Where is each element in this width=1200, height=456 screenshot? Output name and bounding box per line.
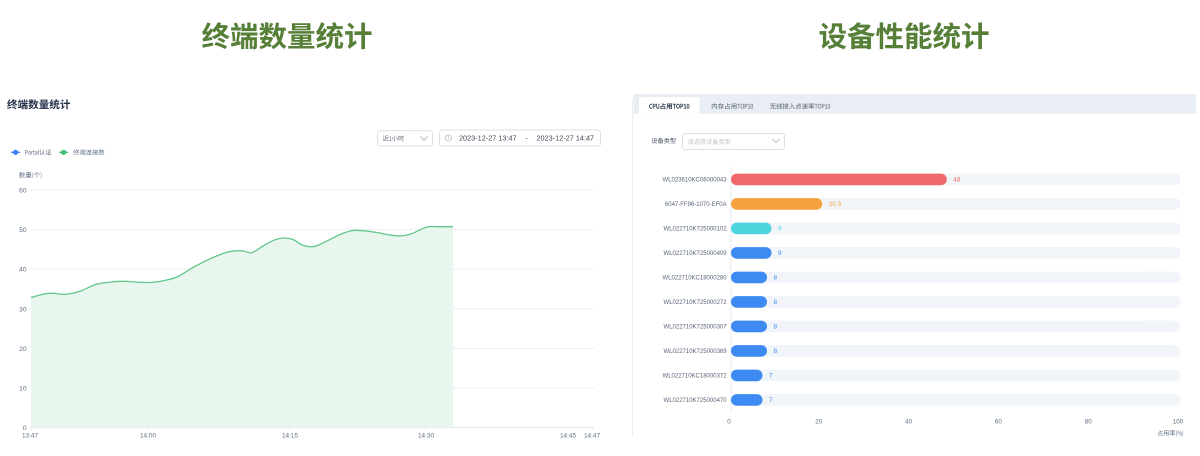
svg-text:80: 80	[1085, 419, 1093, 426]
svg-text:WL022710K725000307: WL022710K725000307	[664, 325, 728, 331]
svg-text:WL022710KC18000372: WL022710KC18000372	[663, 374, 728, 380]
svg-text:14:00: 14:00	[140, 433, 156, 440]
svg-text:60: 60	[19, 188, 27, 195]
svg-text:8: 8	[774, 299, 778, 306]
svg-text:50: 50	[19, 227, 27, 234]
svg-text:8: 8	[774, 275, 778, 282]
svg-text:WL022710K725000272: WL022710K725000272	[664, 300, 728, 306]
svg-text:2023-12-27 14:47: 2023-12-27 14:47	[537, 134, 595, 143]
svg-text:14:30: 14:30	[418, 433, 434, 440]
svg-text:40: 40	[19, 267, 27, 274]
svg-text:WL022710K725000409: WL022710K725000409	[664, 251, 728, 257]
svg-text:6047-FF96-1070-EF0A: 6047-FF96-1070-EF0A	[665, 202, 727, 208]
svg-text:2023-12-27 13:47: 2023-12-27 13:47	[459, 134, 517, 143]
svg-text:40: 40	[905, 419, 913, 426]
svg-text:8: 8	[774, 324, 778, 331]
svg-text:9: 9	[778, 250, 782, 257]
svg-text:10: 10	[19, 386, 27, 393]
svg-text:WL022710K725000470: WL022710K725000470	[664, 398, 728, 404]
svg-text:14:47: 14:47	[584, 433, 600, 440]
svg-text:7: 7	[769, 397, 773, 404]
svg-text:0: 0	[727, 419, 731, 426]
svg-text:13:47: 13:47	[22, 433, 38, 440]
svg-text:WL022710K725000102: WL022710K725000102	[664, 227, 728, 233]
svg-text:8: 8	[774, 348, 778, 355]
svg-text:100: 100	[1173, 419, 1184, 426]
svg-text:20: 20	[19, 346, 27, 353]
svg-text:7: 7	[769, 373, 773, 380]
svg-text:30: 30	[19, 306, 27, 313]
svg-text:20.3: 20.3	[829, 201, 842, 208]
svg-text:WL022710KC18000280: WL022710KC18000280	[663, 276, 728, 282]
svg-text:14:45: 14:45	[560, 433, 576, 440]
svg-text:WL022710K725000369: WL022710K725000369	[664, 349, 728, 355]
svg-text:20: 20	[815, 419, 823, 426]
svg-text:48: 48	[953, 177, 961, 184]
svg-text:60: 60	[995, 419, 1003, 426]
svg-text:WL023610KC06000043: WL023610KC06000043	[663, 178, 728, 184]
svg-text:14:15: 14:15	[282, 433, 298, 440]
svg-text:9: 9	[778, 226, 782, 233]
svg-text:0: 0	[23, 425, 27, 432]
